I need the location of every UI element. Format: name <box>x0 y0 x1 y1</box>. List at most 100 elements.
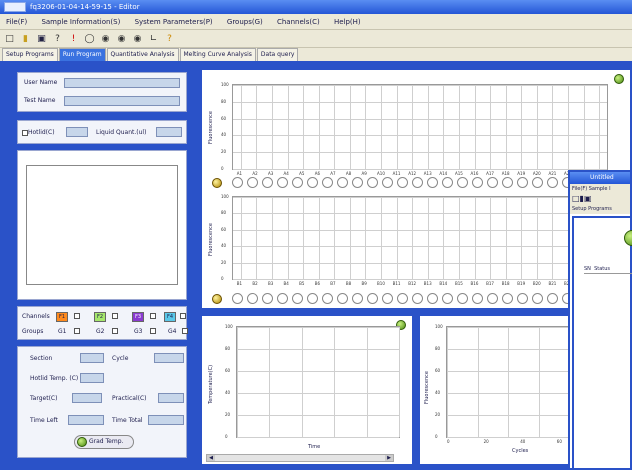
well-indicator[interactable] <box>532 177 543 188</box>
menu-file[interactable]: File(F) <box>6 18 27 26</box>
well-indicator[interactable] <box>517 177 528 188</box>
channel-f2[interactable]: F2 <box>94 312 107 322</box>
well-indicator[interactable] <box>307 293 318 304</box>
well-indicator[interactable] <box>307 177 318 188</box>
well-indicator[interactable] <box>382 177 393 188</box>
well-indicator[interactable] <box>427 177 438 188</box>
tab-melting-curve-analysis[interactable]: Melting Curve Analysis <box>179 48 256 61</box>
group-g4-checkbox[interactable] <box>182 328 188 334</box>
well-indicator[interactable] <box>442 177 453 188</box>
scroll-left-icon[interactable]: ◀ <box>207 455 215 461</box>
grad-temp-button[interactable]: Grad Temp. <box>74 435 134 449</box>
well-indicator[interactable] <box>337 293 348 304</box>
well-indicator[interactable] <box>262 177 273 188</box>
well-indicator[interactable] <box>367 177 378 188</box>
channel-f1-checkbox[interactable] <box>74 313 80 319</box>
time-total-input[interactable] <box>148 415 184 425</box>
settings-icon[interactable]: ◉ <box>132 33 143 44</box>
plot-a-well-toggle[interactable] <box>212 178 222 188</box>
well-indicator[interactable] <box>277 293 288 304</box>
well-indicator[interactable] <box>352 293 363 304</box>
well-indicator[interactable] <box>247 293 258 304</box>
channel-f4-checkbox[interactable] <box>180 313 186 319</box>
channel-f4[interactable]: F4 <box>164 312 177 322</box>
well-indicator[interactable] <box>277 177 288 188</box>
well-indicator[interactable] <box>457 293 468 304</box>
plot-b-well-toggle[interactable] <box>212 294 222 304</box>
tab-quantitative-analysis[interactable]: Quantitative Analysis <box>106 48 179 61</box>
well-indicator[interactable] <box>232 177 243 188</box>
save-icon[interactable]: ▣ <box>36 33 47 44</box>
well-indicator[interactable] <box>262 293 273 304</box>
hotlid-checkbox[interactable]: Hotlid(C) <box>22 129 55 136</box>
well-indicator[interactable] <box>247 177 258 188</box>
well-indicator[interactable] <box>547 177 558 188</box>
second-window-tab[interactable]: Setup Programs <box>570 204 630 214</box>
well-indicator[interactable] <box>547 293 558 304</box>
well-indicator[interactable] <box>367 293 378 304</box>
well-indicator[interactable] <box>457 177 468 188</box>
menu-groups[interactable]: Groups(G) <box>227 18 263 26</box>
group-g2-checkbox[interactable] <box>112 328 118 334</box>
hotlid-input[interactable] <box>66 127 88 137</box>
well-indicator[interactable] <box>517 293 528 304</box>
group-g1-checkbox[interactable] <box>74 328 80 334</box>
stop-icon[interactable]: ◉ <box>100 33 111 44</box>
ask-icon[interactable]: ? <box>52 33 63 44</box>
well-indicator[interactable] <box>397 293 408 304</box>
liquid-quant-input[interactable] <box>156 127 182 137</box>
tab-data-query[interactable]: Data query <box>256 48 299 61</box>
well-indicator[interactable] <box>292 177 303 188</box>
pause-icon[interactable]: ◉ <box>116 33 127 44</box>
well-indicator[interactable] <box>532 293 543 304</box>
well-indicator[interactable] <box>382 293 393 304</box>
time-left-input[interactable] <box>68 415 104 425</box>
section-input[interactable] <box>80 353 104 363</box>
channel-f2-checkbox[interactable] <box>112 313 118 319</box>
practical-input[interactable] <box>158 393 184 403</box>
well-indicator[interactable] <box>322 177 333 188</box>
open-icon[interactable]: ▮ <box>20 33 31 44</box>
new-icon[interactable]: □ <box>4 33 15 44</box>
well-indicator[interactable] <box>487 177 498 188</box>
second-window-menu[interactable]: File(F) Sample I <box>570 184 630 194</box>
cycle-input[interactable] <box>154 353 184 363</box>
well-indicator[interactable] <box>397 177 408 188</box>
target-input[interactable] <box>72 393 102 403</box>
help-icon[interactable]: ? <box>164 33 175 44</box>
well-indicator[interactable] <box>412 293 423 304</box>
hotlid-temp-input[interactable] <box>80 373 104 383</box>
well-indicator[interactable] <box>442 293 453 304</box>
well-indicator[interactable] <box>412 177 423 188</box>
temperature-scrollbar[interactable]: ◀ ▶ <box>206 454 394 462</box>
tab-setup-programs[interactable]: Setup Programs <box>2 48 58 61</box>
channel-f3[interactable]: F3 <box>132 312 145 322</box>
well-indicator[interactable] <box>352 177 363 188</box>
well-indicator[interactable] <box>502 293 513 304</box>
user-name-input[interactable] <box>64 78 180 88</box>
menu-channels[interactable]: Channels(C) <box>277 18 320 26</box>
group-g3-checkbox[interactable] <box>150 328 156 334</box>
well-indicator[interactable] <box>232 293 243 304</box>
well-indicator[interactable] <box>472 177 483 188</box>
alert-icon[interactable]: ! <box>68 33 79 44</box>
tab-run-program[interactable]: Run Program <box>58 48 106 61</box>
well-indicator[interactable] <box>502 177 513 188</box>
well-indicator[interactable] <box>487 293 498 304</box>
menu-sample-information[interactable]: Sample Information(S) <box>41 18 120 26</box>
chart-icon[interactable]: ∟ <box>148 33 159 44</box>
channel-f1[interactable]: F1 <box>56 312 69 322</box>
well-indicator[interactable] <box>292 293 303 304</box>
menu-system-parameters[interactable]: System Parameters(P) <box>135 18 213 26</box>
well-indicator[interactable] <box>472 293 483 304</box>
second-window-run-icon[interactable] <box>624 230 632 246</box>
plot-refresh-icon[interactable] <box>614 74 624 84</box>
menu-help[interactable]: Help(H) <box>334 18 361 26</box>
well-indicator[interactable] <box>322 293 333 304</box>
scroll-right-icon[interactable]: ▶ <box>385 455 393 461</box>
well-indicator[interactable] <box>337 177 348 188</box>
well-indicator[interactable] <box>427 293 438 304</box>
run-icon[interactable]: ◯ <box>84 33 95 44</box>
test-name-input[interactable] <box>64 96 180 106</box>
channel-f3-checkbox[interactable] <box>150 313 156 319</box>
